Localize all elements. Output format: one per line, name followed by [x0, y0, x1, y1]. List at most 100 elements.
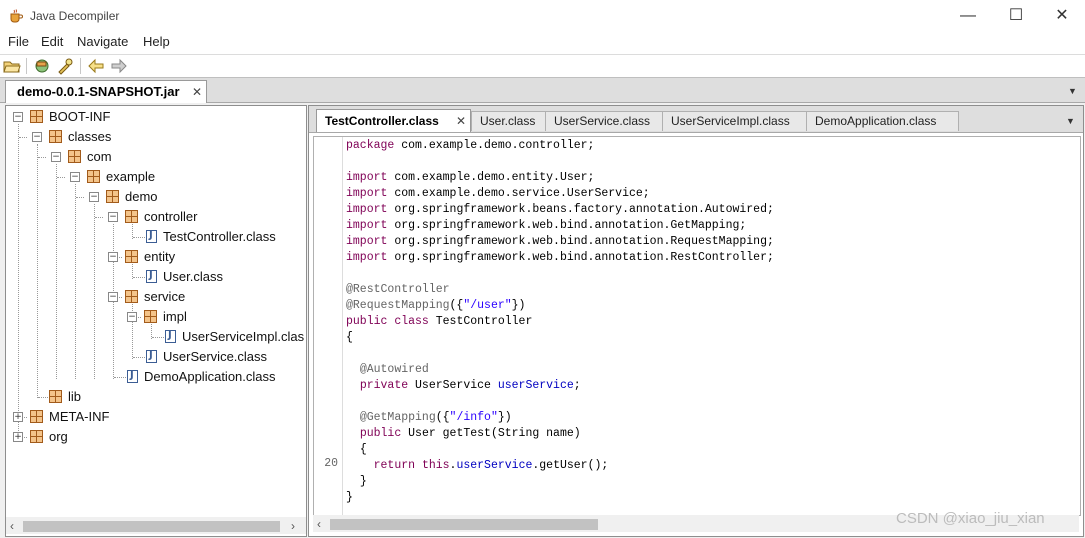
code-line: public class TestController	[346, 315, 532, 328]
code-line: {	[346, 331, 353, 344]
editor-tab-bar: TestController.class ✕ User.class UserSe…	[309, 106, 1083, 133]
code-line: import org.springframework.beans.factory…	[346, 203, 774, 216]
jar-tab-list-icon[interactable]: ▼	[1068, 86, 1077, 96]
open-folder-icon[interactable]	[3, 57, 21, 75]
tree-item-userserviceimpl-class[interactable]: UserServiceImpl.clas	[182, 329, 304, 344]
back-arrow-icon[interactable]	[87, 57, 105, 75]
tab-testcontroller-class[interactable]: TestController.class ✕	[316, 109, 471, 132]
tree-item-userservice-class[interactable]: UserService.class	[163, 349, 267, 364]
tree-connector	[95, 217, 103, 218]
tree-item-demoapplication-class[interactable]: DemoApplication.class	[144, 369, 276, 384]
keyword: private	[359, 379, 409, 392]
tree-item-testcontroller-class[interactable]: TestController.class	[163, 229, 276, 244]
code-line: return this.userService.getUser();	[346, 459, 609, 472]
tab-userserviceimpl-class[interactable]: UserServiceImpl.class	[662, 111, 807, 131]
code-line: private UserService userService;	[346, 379, 581, 392]
scrollbar-thumb[interactable]	[23, 521, 280, 532]
tree-collapse-icon[interactable]: −	[89, 192, 99, 202]
package-icon	[106, 190, 119, 203]
keyword: public	[359, 427, 402, 440]
tab-userservice-class[interactable]: UserService.class	[545, 111, 663, 131]
tab-label: User.class	[480, 114, 536, 128]
scroll-left-icon[interactable]: ‹	[10, 519, 14, 533]
scroll-right-icon[interactable]: ›	[291, 519, 295, 533]
package-icon	[125, 290, 138, 303]
tree-collapse-icon[interactable]: −	[108, 252, 118, 262]
tab-user-class[interactable]: User.class	[471, 111, 546, 131]
tab-label: UserServiceImpl.class	[671, 114, 790, 128]
code-line: import com.example.demo.service.UserServ…	[346, 187, 650, 200]
tree-item-meta-inf[interactable]: META-INF	[49, 409, 109, 424]
code-line: import org.springframework.web.bind.anno…	[346, 251, 774, 264]
tree-item-org[interactable]: org	[49, 429, 68, 444]
code-line: @GetMapping({"/info"})	[346, 411, 512, 424]
annotation: @RequestMapping	[346, 299, 450, 312]
code-line: import org.springframework.web.bind.anno…	[346, 235, 774, 248]
forward-arrow-icon[interactable]	[110, 57, 128, 75]
menu-help[interactable]: Help	[143, 34, 170, 49]
keyword: return	[373, 459, 416, 472]
keyword: import	[346, 235, 388, 248]
coffee-cup-icon	[10, 9, 23, 23]
tree-item-user-class[interactable]: User.class	[163, 269, 223, 284]
code-line: import org.springframework.web.bind.anno…	[346, 219, 746, 232]
tree-collapse-icon[interactable]: −	[108, 292, 118, 302]
tree-item-impl[interactable]: impl	[163, 309, 187, 324]
jar-tab-close-icon[interactable]: ✕	[192, 85, 202, 99]
code-text: com.example.demo.service.UserService;	[394, 187, 650, 200]
search-icon[interactable]	[56, 57, 74, 75]
watermark: CSDN @xiao_jiu_xian	[896, 510, 1045, 527]
tree-collapse-icon[interactable]: −	[127, 312, 137, 322]
tab-list-icon[interactable]: ▼	[1066, 116, 1075, 126]
package-icon	[68, 150, 81, 163]
tree-expand-icon[interactable]: +	[13, 432, 23, 442]
tree-item-service[interactable]: service	[144, 289, 185, 304]
tree-item-classes[interactable]: classes	[68, 129, 111, 144]
code-line: @RestController	[346, 283, 450, 296]
tree-horizontal-scrollbar[interactable]: ‹ ›	[6, 517, 306, 534]
tree-connector	[76, 197, 84, 198]
code-text: ;	[573, 379, 581, 392]
menu-file[interactable]: File	[8, 34, 29, 49]
annotation: @RestController	[346, 283, 450, 296]
tree-item-demo[interactable]: demo	[125, 189, 158, 204]
tree-item-controller[interactable]: controller	[144, 209, 197, 224]
menu-edit[interactable]: Edit	[41, 34, 63, 49]
tree-expand-icon[interactable]: +	[13, 412, 23, 422]
class-file-icon	[165, 330, 176, 343]
code-line: }	[346, 475, 367, 488]
tree-collapse-icon[interactable]: −	[70, 172, 80, 182]
tree-item-entity[interactable]: entity	[144, 249, 175, 264]
code-text: })	[511, 299, 526, 312]
tree-collapse-icon[interactable]: −	[51, 152, 61, 162]
scroll-left-icon[interactable]: ‹	[317, 517, 321, 531]
tree-connector	[19, 137, 27, 138]
code-line: {	[346, 443, 367, 456]
tree-collapse-icon[interactable]: −	[32, 132, 42, 142]
line-number: 20	[324, 457, 338, 470]
close-button[interactable]: ✕	[1039, 0, 1085, 32]
tab-close-icon[interactable]: ✕	[456, 114, 466, 128]
package-icon	[125, 210, 138, 223]
package-icon	[30, 410, 43, 423]
tree-item-boot-inf[interactable]: BOOT-INF	[49, 109, 110, 124]
maximize-button[interactable]: ☐	[993, 0, 1039, 32]
field-name: userService	[497, 379, 574, 392]
tree-item-lib[interactable]: lib	[68, 389, 81, 404]
tree-connector	[114, 377, 126, 378]
tab-demoapplication-class[interactable]: DemoApplication.class	[806, 111, 959, 131]
tree-item-example[interactable]: example	[106, 169, 155, 184]
tree-collapse-icon[interactable]: −	[13, 112, 23, 122]
tree-item-com[interactable]: com	[87, 149, 112, 164]
scrollbar-thumb[interactable]	[330, 519, 598, 530]
code-view[interactable]: 20 package com.example.demo.controller; …	[313, 136, 1081, 516]
package-icon	[30, 430, 43, 443]
jar-tab[interactable]: demo-0.0.1-SNAPSHOT.jar ✕	[5, 80, 207, 103]
open-type-icon[interactable]	[33, 57, 51, 75]
menu-navigate[interactable]: Navigate	[77, 34, 128, 49]
minimize-button[interactable]: —	[945, 0, 991, 32]
tree-collapse-icon[interactable]: −	[108, 212, 118, 222]
tree-connector	[152, 337, 164, 338]
toolbar-separator	[80, 58, 81, 74]
keyword: import	[346, 203, 388, 216]
